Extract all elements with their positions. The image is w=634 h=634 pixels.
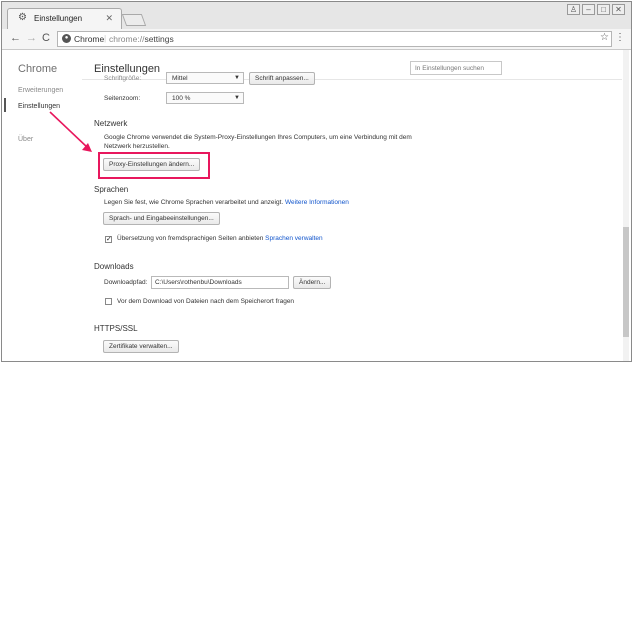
header-divider (82, 79, 622, 80)
translate-checkbox[interactable]: ✓ (105, 236, 112, 243)
sidebar-item-extensions[interactable]: Erweiterungen (18, 87, 63, 94)
forward-icon[interactable]: → (26, 32, 37, 44)
manage-certificates-button[interactable]: Zertifikate verwalten... (103, 340, 179, 353)
zoom-value: 100 % (172, 95, 191, 102)
network-heading: Netzwerk (94, 119, 128, 128)
customize-fonts-button[interactable]: Schrift anpassen... (249, 72, 315, 85)
omnibox-origin: Chrome (74, 34, 105, 44)
font-size-label: Schriftgröße: (104, 75, 142, 82)
zoom-label: Seitenzoom: (104, 95, 141, 102)
languages-heading: Sprachen (94, 185, 129, 194)
ask-download-location-label: Vor dem Download von Dateien nach dem Sp… (117, 298, 295, 305)
gear-icon: ⚙ (18, 12, 27, 23)
highlight-box (98, 152, 210, 179)
ask-download-location-checkbox[interactable] (105, 298, 112, 305)
address-bar[interactable]: ● Chrome | chrome://settings (57, 31, 612, 47)
back-icon[interactable]: ← (10, 32, 21, 44)
tab-strip: ⚙ Einstellungen ✕ ♙ – □ ✕ (2, 2, 631, 29)
url-scheme: chrome:// (109, 34, 145, 44)
languages-description: Legen Sie fest, wie Chrome Sprachen vera… (104, 199, 349, 208)
reload-icon[interactable]: C (42, 32, 50, 44)
toolbar: ← → C ● Chrome | chrome://settings ☆ ⋮ (2, 29, 631, 50)
close-icon[interactable]: ✕ (105, 13, 113, 24)
new-tab-button[interactable] (121, 14, 147, 26)
tab-title: Einstellungen (34, 14, 83, 23)
languages-text: Legen Sie fest, wie Chrome Sprachen vera… (104, 199, 284, 206)
url-path: settings (144, 34, 174, 44)
manage-languages-link[interactable]: Sprachen verwalten (265, 235, 322, 242)
chevron-down-icon: ▼ (234, 75, 240, 81)
more-info-link[interactable]: Weitere Informationen (285, 199, 349, 206)
minimize-button[interactable]: – (582, 4, 595, 15)
window-controls: ♙ – □ ✕ (567, 4, 625, 15)
tab-settings[interactable]: ⚙ Einstellungen ✕ (7, 8, 122, 29)
translate-label: Übersetzung von fremdsprachigen Seiten a… (117, 235, 264, 242)
font-size-select[interactable]: Mittel ▼ (166, 72, 244, 84)
maximize-button[interactable]: □ (597, 4, 610, 15)
bookmark-star-icon[interactable]: ☆ (600, 32, 609, 43)
chrome-page-icon: ● (62, 34, 71, 43)
sidebar-active-marker (4, 98, 6, 112)
browser-window: ⚙ Einstellungen ✕ ♙ – □ ✕ ← → C ● Chrome… (1, 1, 632, 362)
download-path-field[interactable]: C:\Users\rothenbu\Downloads (151, 276, 289, 289)
page-title: Einstellungen (94, 63, 161, 75)
sidebar-item-about[interactable]: Über (18, 136, 33, 143)
chevron-down-icon: ▼ (234, 95, 240, 101)
omnibox-url: chrome://settings (109, 34, 174, 44)
downloads-heading: Downloads (94, 262, 134, 271)
change-download-path-button[interactable]: Ändern... (293, 276, 331, 289)
user-icon[interactable]: ♙ (567, 4, 580, 15)
scrollbar-thumb[interactable] (623, 227, 629, 337)
https-heading: HTTPS/SSL (94, 324, 138, 333)
sidebar-item-settings[interactable]: Einstellungen (18, 103, 60, 110)
settings-page: Chrome Erweiterungen Einstellungen Über … (2, 50, 631, 361)
sidebar-title: Chrome (18, 63, 58, 75)
translate-row: Übersetzung von fremdsprachigen Seiten a… (117, 235, 323, 244)
font-size-value: Mittel (172, 75, 188, 82)
settings-search-input[interactable]: In Einstellungen suchen (410, 61, 502, 75)
download-path-label: Downloadpfad: (104, 279, 148, 286)
zoom-select[interactable]: 100 % ▼ (166, 92, 244, 104)
language-input-settings-button[interactable]: Sprach- und Eingabeeinstellungen... (103, 212, 220, 225)
close-window-button[interactable]: ✕ (612, 4, 625, 15)
network-description: Google Chrome verwendet die System-Proxy… (104, 134, 412, 150)
omnibox-separator: | (104, 33, 107, 43)
menu-icon[interactable]: ⋮ (615, 32, 625, 43)
